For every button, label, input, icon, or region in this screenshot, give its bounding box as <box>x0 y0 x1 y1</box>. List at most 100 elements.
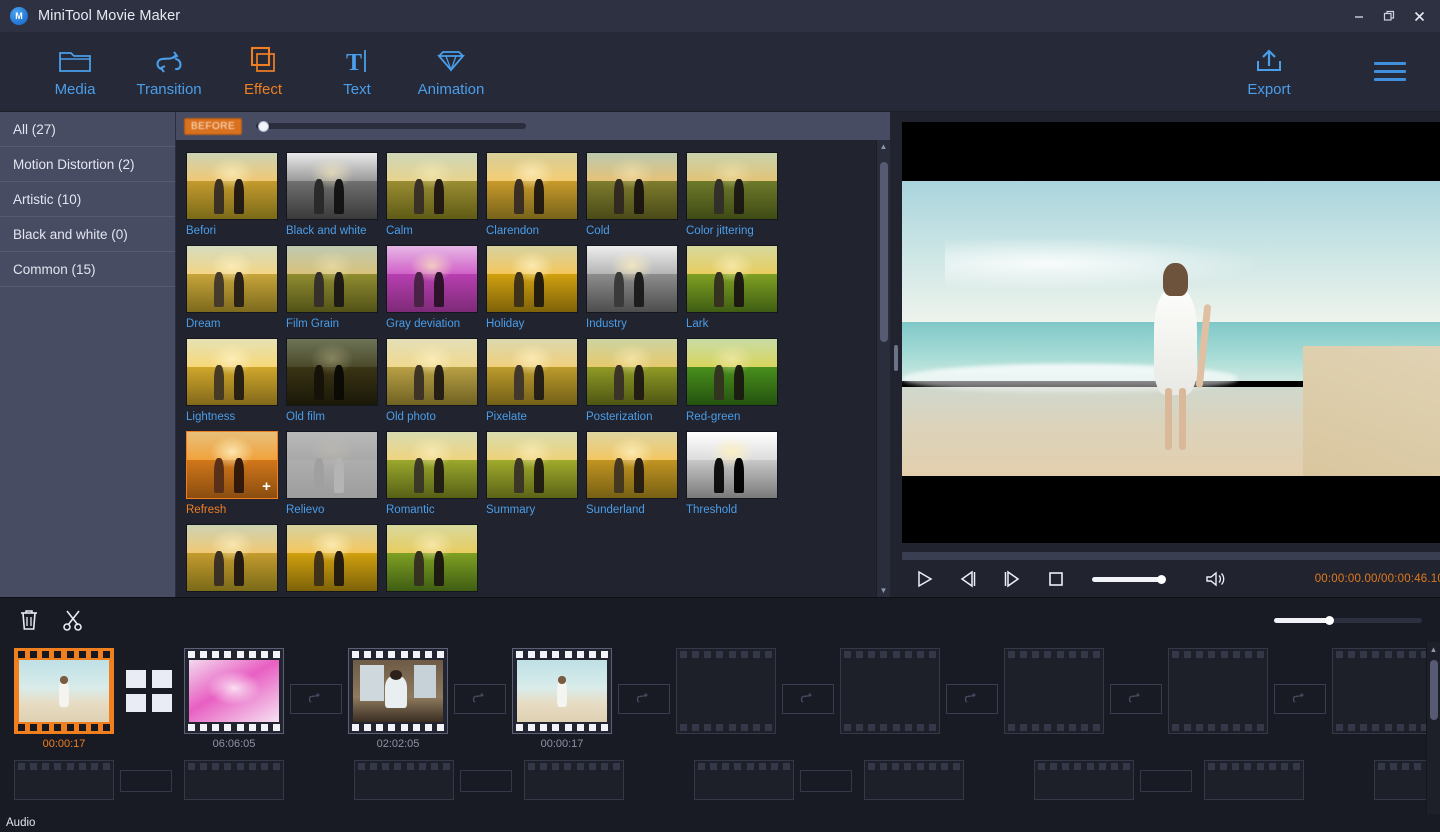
effect-item-red-green[interactable]: Red-green <box>684 338 784 423</box>
scrollbar-thumb[interactable] <box>880 162 888 342</box>
effect-item-holiday[interactable]: Holiday <box>484 245 584 330</box>
timeline-clip[interactable] <box>1168 648 1268 734</box>
effect-item-refresh[interactable]: +Refresh <box>184 431 284 516</box>
effect-label: Color jittering <box>686 225 782 237</box>
effects-panel: BEFORE BeforiBlack and whiteCalmClarendo… <box>176 112 890 597</box>
effect-item[interactable] <box>184 524 284 597</box>
scroll-up-icon[interactable]: ▲ <box>877 140 890 153</box>
add-effect-badge-icon[interactable]: + <box>260 481 273 494</box>
effect-item-romantic[interactable]: Romantic <box>384 431 484 516</box>
hamburger-menu-icon[interactable] <box>1368 56 1412 87</box>
effect-thumbnail <box>586 338 678 406</box>
effect-item-relievo[interactable]: Relievo <box>284 431 384 516</box>
audio-clip-placeholder[interactable] <box>184 760 284 800</box>
effect-item-summary[interactable]: Summary <box>484 431 584 516</box>
effect-item-dream[interactable]: Dream <box>184 245 284 330</box>
add-transition-icon[interactable] <box>782 684 834 714</box>
effect-item-old-film[interactable]: Old film <box>284 338 384 423</box>
tool-text[interactable]: T Text <box>310 45 404 98</box>
audio-clip-placeholder[interactable] <box>864 760 964 800</box>
add-transition-icon[interactable] <box>1274 684 1326 714</box>
close-icon[interactable] <box>1404 1 1434 31</box>
timeline-clip[interactable] <box>1332 648 1432 734</box>
effect-thumbnail <box>186 338 278 406</box>
preview-timecode: 00:00:00.00/00:00:46.10 <box>1315 573 1440 585</box>
trash-icon[interactable] <box>18 608 40 632</box>
audio-clip-placeholder[interactable] <box>14 760 114 800</box>
effect-item-pixelate[interactable]: Pixelate <box>484 338 584 423</box>
sidebar-item-motion-distortion[interactable]: Motion Distortion (2) <box>0 147 175 182</box>
sidebar-item-all[interactable]: All (27) <box>0 112 175 147</box>
timeline-clip[interactable] <box>676 648 776 734</box>
audio-clip-placeholder[interactable] <box>354 760 454 800</box>
effect-item-sunderland[interactable]: Sunderland <box>584 431 684 516</box>
add-transition-icon[interactable] <box>290 684 342 714</box>
effect-label: Befori <box>186 225 282 237</box>
add-transition-icon[interactable] <box>946 684 998 714</box>
minimize-icon[interactable] <box>1344 1 1374 31</box>
tool-transition[interactable]: Transition <box>122 45 216 98</box>
effect-item[interactable] <box>384 524 484 597</box>
timeline-zoom-knob[interactable] <box>1325 616 1334 625</box>
volume-icon[interactable] <box>1204 569 1228 589</box>
effect-item-black-and-white[interactable]: Black and white <box>284 152 384 237</box>
effect-thumbnail <box>186 524 278 592</box>
preview-seek-bar[interactable] <box>902 552 1440 560</box>
tool-media[interactable]: Media <box>28 45 122 98</box>
audio-clip-placeholder[interactable] <box>1034 760 1134 800</box>
effects-scrollbar[interactable]: ▲ ▼ <box>876 140 890 597</box>
effect-item-calm[interactable]: Calm <box>384 152 484 237</box>
tool-effect[interactable]: Effect <box>216 45 310 98</box>
add-transition-icon[interactable] <box>454 684 506 714</box>
audio-clip-placeholder[interactable] <box>524 760 624 800</box>
tool-animation[interactable]: Animation <box>404 45 498 98</box>
timeline-clip[interactable]: 00:00:17 <box>14 648 114 750</box>
effect-item-color-jittering[interactable]: Color jittering <box>684 152 784 237</box>
timeline-clip[interactable] <box>1004 648 1104 734</box>
slider-knob[interactable] <box>258 121 269 132</box>
effect-item-clarendon[interactable]: Clarendon <box>484 152 584 237</box>
sidebar-item-common[interactable]: Common (15) <box>0 252 175 287</box>
effect-item-befori[interactable]: Befori <box>184 152 284 237</box>
video-preview[interactable] <box>902 122 1440 543</box>
timeline-clip[interactable]: 02:02:05 <box>348 648 448 750</box>
panel-split-handle[interactable] <box>890 112 902 597</box>
effect-item-cold[interactable]: Cold <box>584 152 684 237</box>
tool-export[interactable]: Export <box>1222 45 1316 98</box>
effect-item-posterization[interactable]: Posterization <box>584 338 684 423</box>
effect-item-gray-deviation[interactable]: Gray deviation <box>384 245 484 330</box>
effect-item[interactable] <box>284 524 384 597</box>
add-transition-icon[interactable] <box>618 684 670 714</box>
stop-icon[interactable] <box>1034 562 1078 596</box>
effect-item-threshold[interactable]: Threshold <box>684 431 784 516</box>
transition-grid-icon[interactable] <box>120 648 178 734</box>
audio-clip-placeholder[interactable] <box>1204 760 1304 800</box>
sidebar-item-black-and-white[interactable]: Black and white (0) <box>0 217 175 252</box>
timeline-clip[interactable] <box>840 648 940 734</box>
timeline-clip[interactable]: 00:00:17 <box>512 648 612 750</box>
effect-intensity-slider[interactable] <box>256 122 526 130</box>
effect-item-industry[interactable]: Industry <box>584 245 684 330</box>
timeline-zoom-slider[interactable] <box>1274 613 1422 627</box>
scissors-icon[interactable] <box>62 608 84 632</box>
previous-frame-icon[interactable] <box>946 562 990 596</box>
timeline-scrollbar-thumb[interactable] <box>1430 660 1438 720</box>
before-toggle-button[interactable]: BEFORE <box>184 118 242 135</box>
add-transition-icon[interactable] <box>1110 684 1162 714</box>
restore-icon[interactable] <box>1374 1 1404 31</box>
effect-item-old-photo[interactable]: Old photo <box>384 338 484 423</box>
scroll-down-icon[interactable]: ▼ <box>877 584 890 597</box>
effect-item-lightness[interactable]: Lightness <box>184 338 284 423</box>
volume-slider[interactable] <box>1092 570 1178 588</box>
effect-item-lark[interactable]: Lark <box>684 245 784 330</box>
timeline-scrollbar[interactable]: ▲ ▼ <box>1426 642 1440 832</box>
timeline-scroll-up-icon[interactable]: ▲ <box>1427 642 1440 656</box>
effect-label: Lark <box>686 318 782 330</box>
timeline-clip[interactable]: 06:06:05 <box>184 648 284 750</box>
play-icon[interactable] <box>902 562 946 596</box>
audio-clip-placeholder[interactable] <box>694 760 794 800</box>
effect-item-film-grain[interactable]: Film Grain <box>284 245 384 330</box>
sidebar-item-artistic[interactable]: Artistic (10) <box>0 182 175 217</box>
next-frame-icon[interactable] <box>990 562 1034 596</box>
volume-knob[interactable] <box>1157 575 1166 584</box>
